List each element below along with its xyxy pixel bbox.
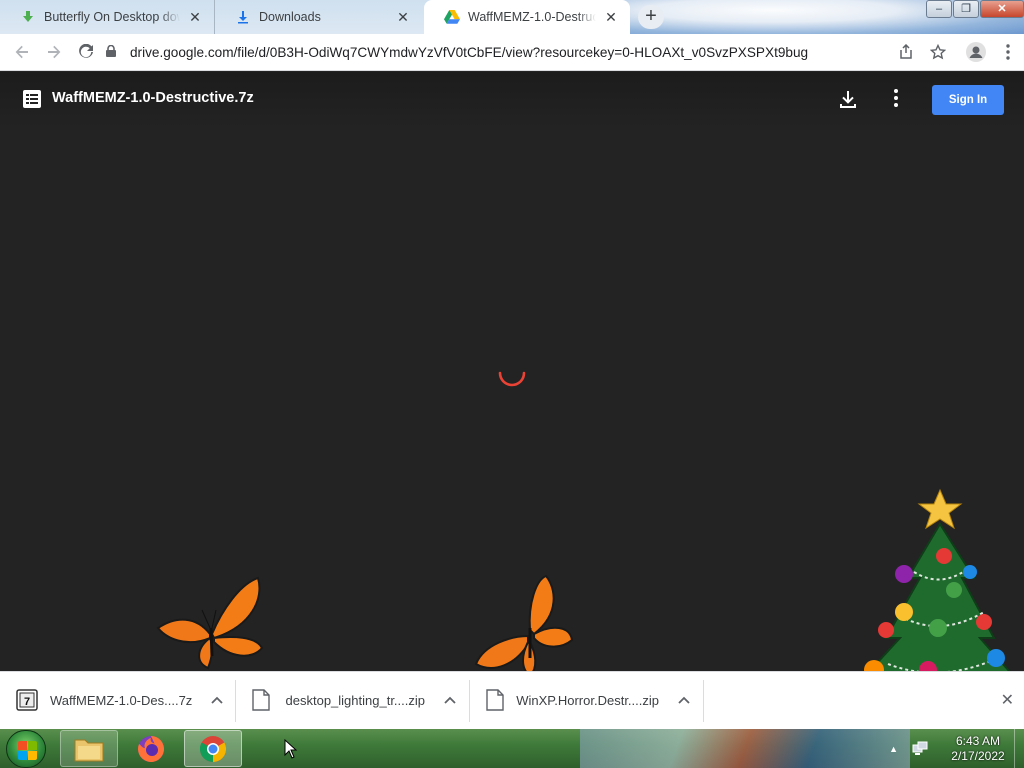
download-file-name: WinXP.Horror.Destr....zip bbox=[516, 693, 659, 708]
minimize-button[interactable]: – bbox=[926, 0, 952, 18]
network-icon[interactable] bbox=[912, 741, 928, 757]
butterfly-decoration bbox=[156, 576, 264, 675]
download-icon bbox=[235, 9, 251, 25]
google-drive-icon bbox=[444, 9, 460, 25]
browser-menu-icon[interactable] bbox=[992, 36, 1024, 68]
lock-icon[interactable] bbox=[106, 44, 124, 60]
tab-label: Butterfly On Desktop download bbox=[44, 10, 180, 24]
archive-7z-icon: 7 bbox=[16, 688, 38, 713]
mouse-cursor-icon bbox=[284, 738, 298, 759]
download-item[interactable]: WinXP.Horror.Destr....zip bbox=[470, 679, 704, 722]
back-arrow-icon[interactable] bbox=[6, 36, 38, 68]
file-icon bbox=[252, 688, 274, 713]
url-text: drive.google.com/file/d/0B3H-OdiWq7CWYmd… bbox=[130, 44, 809, 60]
download-file-name: WaffMEMZ-1.0-Des....7z bbox=[50, 693, 193, 708]
tab-butterfly-download[interactable]: Butterfly On Desktop download ✕ bbox=[0, 0, 214, 34]
drive-viewer-header: WaffMEMZ-1.0-Destructive.7z Sign In bbox=[0, 72, 1024, 128]
clock[interactable]: 6:43 AM 2/17/2022 bbox=[942, 734, 1014, 764]
restore-button[interactable]: ❐ bbox=[953, 0, 979, 18]
file-icon bbox=[486, 688, 504, 713]
more-options-icon[interactable] bbox=[886, 87, 906, 109]
window-controls: – ❐ ✕ bbox=[925, 0, 1024, 20]
close-window-button[interactable]: ✕ bbox=[980, 0, 1024, 18]
tab-downloads[interactable]: Downloads ✕ bbox=[214, 0, 422, 34]
tab-label: WaffMEMZ-1.0-Destructive.7z - Google Dri… bbox=[468, 10, 596, 24]
firefox-taskbar-button[interactable] bbox=[122, 730, 180, 767]
close-icon[interactable]: ✕ bbox=[602, 8, 620, 26]
tab-google-drive[interactable]: WaffMEMZ-1.0-Destructive.7z - Google Dri… bbox=[424, 0, 630, 34]
chevron-up-icon[interactable] bbox=[210, 694, 224, 708]
close-icon[interactable]: ✕ bbox=[1001, 690, 1014, 710]
show-hidden-icons-icon[interactable]: ▲ bbox=[889, 744, 898, 754]
clock-time: 6:43 AM bbox=[955, 733, 1001, 748]
sign-in-button[interactable]: Sign In bbox=[932, 85, 1004, 115]
chevron-up-icon[interactable] bbox=[443, 694, 457, 708]
svg-text:7: 7 bbox=[24, 696, 30, 708]
file-title: WaffMEMZ-1.0-Destructive.7z bbox=[52, 90, 254, 106]
browser-toolbar: drive.google.com/file/d/0B3H-OdiWq7CWYmd… bbox=[0, 34, 1024, 71]
system-tray: ▲ 6:43 AM 2/17/2022 bbox=[889, 729, 1024, 768]
download-icon[interactable] bbox=[838, 89, 858, 109]
chevron-up-icon[interactable] bbox=[677, 694, 691, 708]
download-arrow-green-icon bbox=[20, 9, 36, 25]
download-file-name: desktop_lighting_tr....zip bbox=[285, 693, 425, 708]
close-icon[interactable]: ✕ bbox=[394, 8, 412, 26]
windows-taskbar: ▲ 6:43 AM 2/17/2022 bbox=[0, 729, 1024, 768]
show-desktop-button[interactable] bbox=[1014, 729, 1024, 768]
forward-arrow-icon[interactable] bbox=[38, 36, 70, 68]
new-tab-button[interactable]: + bbox=[638, 5, 664, 29]
reload-icon[interactable] bbox=[70, 36, 102, 68]
chrome-icon bbox=[199, 735, 227, 762]
start-button[interactable] bbox=[6, 730, 46, 768]
browser-tab-strip: Butterfly On Desktop download ✕ Download… bbox=[0, 0, 1024, 34]
download-item[interactable]: desktop_lighting_tr....zip bbox=[236, 679, 470, 722]
address-bar[interactable]: drive.google.com/file/d/0B3H-OdiWq7CWYmd… bbox=[106, 37, 884, 67]
file-explorer-taskbar-button[interactable] bbox=[60, 730, 118, 767]
share-icon[interactable] bbox=[890, 36, 922, 68]
profile-avatar-icon[interactable] bbox=[960, 36, 992, 68]
firefox-icon bbox=[138, 735, 164, 762]
download-item[interactable]: 7 WaffMEMZ-1.0-Des....7z bbox=[0, 679, 236, 722]
tab-label: Downloads bbox=[259, 10, 321, 24]
document-list-icon bbox=[23, 90, 41, 108]
chrome-taskbar-button[interactable] bbox=[184, 730, 242, 767]
bookmark-star-icon[interactable] bbox=[922, 36, 954, 68]
loading-spinner-icon bbox=[496, 357, 528, 389]
download-shelf: 7 WaffMEMZ-1.0-Des....7z desktop_lightin… bbox=[0, 671, 1024, 729]
folder-icon bbox=[74, 739, 104, 761]
close-icon[interactable]: ✕ bbox=[186, 8, 204, 26]
butterfly-decoration bbox=[472, 574, 576, 683]
clock-date: 2/17/2022 bbox=[951, 748, 1005, 763]
